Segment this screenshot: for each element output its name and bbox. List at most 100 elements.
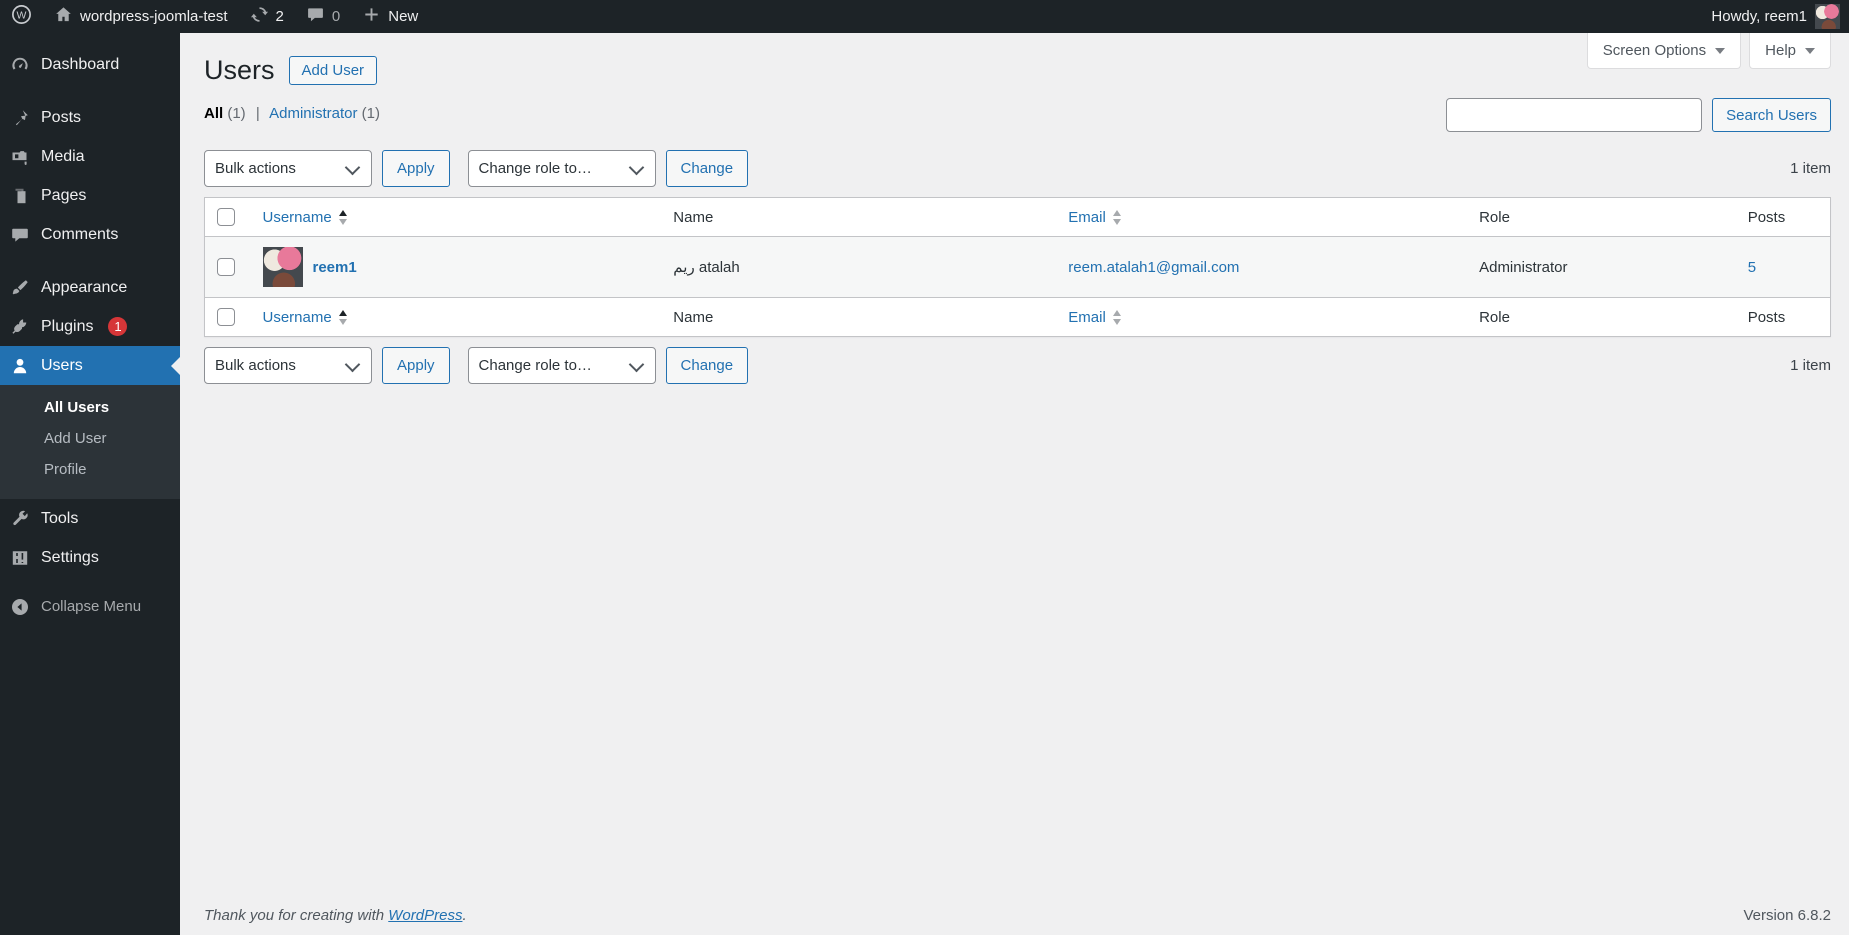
- sort-by-email-link[interactable]: Email: [1068, 209, 1121, 226]
- items-count: 1 item: [1790, 160, 1831, 177]
- sidebar-item-media[interactable]: Media: [0, 137, 180, 176]
- users-submenu: All Users Add User Profile: [0, 385, 180, 499]
- pushpin-icon: [15, 109, 28, 125]
- sidebar-item-dashboard[interactable]: Dashboard: [0, 45, 180, 84]
- username-link[interactable]: reem1: [313, 259, 357, 276]
- sort-arrows-icon: [1112, 309, 1121, 325]
- sidebar-item-label: Appearance: [41, 278, 128, 296]
- row-checkbox[interactable]: [217, 258, 235, 276]
- footer-thanks-period: .: [462, 907, 467, 924]
- appearance-icon: [12, 279, 28, 294]
- view-all-count: (1): [227, 105, 246, 122]
- view-administrator-count: (1): [361, 105, 380, 122]
- update-icon: [250, 5, 269, 28]
- sidebar-item-pages[interactable]: Pages: [0, 176, 180, 215]
- views-list: All (1) | Administrator (1): [204, 98, 380, 122]
- items-count-bottom: 1 item: [1790, 357, 1831, 374]
- sidebar-item-plugins[interactable]: Plugins 1: [0, 307, 180, 346]
- sidebar-item-label: Pages: [41, 186, 87, 204]
- apply-button[interactable]: Apply: [382, 150, 450, 187]
- sidebar-item-label: Comments: [41, 225, 119, 243]
- search-users-input[interactable]: [1446, 98, 1703, 132]
- media-icon: [12, 150, 27, 165]
- sidebar-item-label: Plugins: [41, 317, 94, 335]
- screen-options-button[interactable]: Screen Options: [1586, 33, 1742, 69]
- screen-options-label: Screen Options: [1602, 42, 1707, 59]
- updates-button[interactable]: 2: [239, 0, 295, 33]
- apply-button-bottom[interactable]: Apply: [382, 347, 450, 384]
- sidebar-item-comments[interactable]: Comments: [0, 215, 180, 254]
- view-administrator-link[interactable]: Administrator: [269, 105, 357, 122]
- site-name: wordpress-joomla-test: [80, 8, 228, 25]
- name-column-header: Name: [673, 308, 714, 326]
- sidebar-item-tools[interactable]: Tools: [0, 499, 180, 538]
- sort-arrows-icon: [1112, 209, 1121, 225]
- sidebar-item-label: Users: [41, 356, 83, 374]
- sidebar-item-all-users[interactable]: All Users: [0, 392, 180, 423]
- pages-icon: [15, 188, 26, 203]
- email-column-header: Email: [1068, 308, 1106, 326]
- settings-icon: [12, 550, 28, 565]
- sort-by-username-link-bottom[interactable]: Username: [263, 309, 347, 326]
- sidebar-item-appearance[interactable]: Appearance: [0, 268, 180, 307]
- help-button[interactable]: Help: [1749, 33, 1831, 69]
- users-table: Username Name Email Role Posts reem1 ريم…: [204, 197, 1831, 337]
- change-button[interactable]: Change: [665, 150, 749, 187]
- help-label: Help: [1765, 42, 1796, 59]
- wordpress-link[interactable]: WordPress: [388, 907, 462, 924]
- sidebar-item-label: Posts: [41, 108, 82, 126]
- new-button[interactable]: New: [351, 0, 429, 33]
- comments-icon: [12, 228, 28, 242]
- updates-count: 2: [275, 8, 284, 25]
- footer-thanks: Thank you for creating with WordPress.: [204, 907, 467, 924]
- admin-bar-avatar: [1815, 4, 1840, 29]
- sort-arrows-icon: [338, 309, 347, 325]
- comment-icon: [306, 5, 325, 28]
- site-menu-button[interactable]: wordpress-joomla-test: [43, 0, 239, 33]
- collapse-arrow-icon: [12, 598, 28, 615]
- sidebar-item-posts[interactable]: Posts: [0, 98, 180, 137]
- select-all-checkbox-bottom[interactable]: [217, 308, 235, 326]
- wordpress-menu-button[interactable]: W: [0, 0, 43, 33]
- user-full-name: ريم atalah: [673, 259, 740, 276]
- search-users-button[interactable]: Search Users: [1712, 98, 1831, 132]
- select-all-checkbox[interactable]: [217, 208, 235, 226]
- wordpress-logo-icon: W: [11, 4, 32, 29]
- sidebar-item-add-user[interactable]: Add User: [0, 423, 180, 454]
- comments-button[interactable]: 0: [295, 0, 351, 33]
- bulk-actions-select-bottom[interactable]: Bulk actions: [204, 347, 372, 384]
- user-posts-link[interactable]: 5: [1748, 259, 1756, 276]
- bulk-actions-select[interactable]: Bulk actions: [204, 150, 372, 187]
- my-account-button[interactable]: Howdy, reem1: [1711, 4, 1849, 29]
- change-role-select[interactable]: Change role to…: [467, 150, 656, 187]
- plugins-update-badge: 1: [108, 317, 128, 336]
- bulk-actions-select-wrap: Bulk actions: [204, 150, 372, 187]
- footer-thanks-text: Thank you for creating with: [204, 907, 389, 924]
- add-user-button[interactable]: Add User: [288, 56, 378, 85]
- bulk-actions-select-wrap-bottom: Bulk actions: [204, 347, 372, 384]
- chevron-down-icon: [1715, 48, 1726, 59]
- email-column-header: Email: [1068, 208, 1106, 226]
- posts-column-header: Posts: [1747, 308, 1786, 326]
- sidebar-item-users[interactable]: Users: [0, 346, 180, 385]
- sort-arrows-icon: [338, 209, 347, 225]
- user-avatar: [262, 247, 303, 287]
- sidebar-item-label: Settings: [41, 548, 99, 566]
- collapse-menu-button[interactable]: Collapse Menu: [0, 587, 180, 626]
- chevron-down-icon: [1805, 48, 1815, 59]
- plugins-icon: [12, 318, 27, 334]
- change-button-bottom[interactable]: Change: [665, 347, 749, 384]
- svg-text:W: W: [17, 9, 27, 21]
- admin-bar: W wordpress-joomla-test 2 0 New Howdy, r…: [0, 0, 1849, 33]
- plus-icon: [362, 5, 381, 28]
- sidebar-item-label: Dashboard: [41, 55, 120, 73]
- change-role-select-wrap: Change role to…: [467, 150, 656, 187]
- user-email-link[interactable]: reem.atalah1@gmail.com: [1068, 259, 1239, 276]
- view-all-link[interactable]: All: [204, 105, 223, 122]
- sidebar-item-profile[interactable]: Profile: [0, 454, 180, 485]
- sidebar-item-settings[interactable]: Settings: [0, 538, 180, 577]
- sort-by-email-link-bottom[interactable]: Email: [1068, 309, 1121, 326]
- sidebar: Dashboard Posts Media Pages Comments App…: [0, 33, 180, 935]
- sort-by-username-link[interactable]: Username: [263, 209, 347, 226]
- change-role-select-bottom[interactable]: Change role to…: [467, 347, 656, 384]
